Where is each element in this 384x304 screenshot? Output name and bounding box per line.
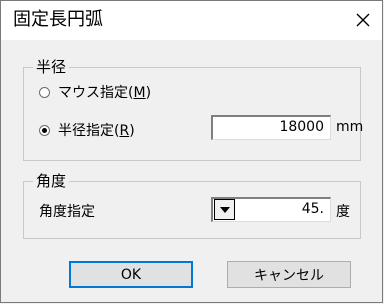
dialog-title: 固定長円弧 bbox=[13, 9, 103, 30]
angle-group-label: 角度 bbox=[33, 172, 70, 190]
cancel-button[interactable]: キャンセル bbox=[227, 261, 351, 288]
radio-radius-label: 半径指定(R) bbox=[58, 123, 135, 139]
radio-radius-button[interactable] bbox=[39, 124, 50, 136]
angle-dropdown-button[interactable] bbox=[214, 199, 235, 220]
angle-unit: 度 bbox=[336, 204, 350, 220]
radius-input[interactable]: 18000 bbox=[211, 115, 331, 140]
radius-unit: mm bbox=[336, 119, 364, 135]
radius-group: 半径 マウス指定(M) 半径指定(R) 18000 mm bbox=[23, 58, 364, 161]
angle-group: 角度 角度指定 45. 度 bbox=[23, 172, 361, 239]
ok-button[interactable]: OK bbox=[69, 261, 193, 288]
radio-mouse-specify[interactable]: マウス指定(M) bbox=[39, 82, 151, 102]
angle-field-label: 角度指定 bbox=[39, 204, 95, 220]
radio-mouse-label: マウス指定(M) bbox=[58, 85, 152, 101]
title-bar: 固定長円弧 bbox=[1, 1, 382, 40]
dropdown-arrow-icon bbox=[219, 206, 230, 213]
close-button[interactable] bbox=[348, 5, 378, 35]
angle-value: 45. bbox=[301, 201, 324, 217]
radius-group-label: 半径 bbox=[33, 58, 70, 76]
radio-mouse-button[interactable] bbox=[39, 86, 50, 98]
radio-radius-specify[interactable]: 半径指定(R) bbox=[39, 120, 135, 140]
close-icon bbox=[356, 13, 370, 27]
dialog-window: 固定長円弧 半径 マウス指定(M) 半径指定(R) 18000 mm 角度 角度… bbox=[0, 0, 383, 303]
